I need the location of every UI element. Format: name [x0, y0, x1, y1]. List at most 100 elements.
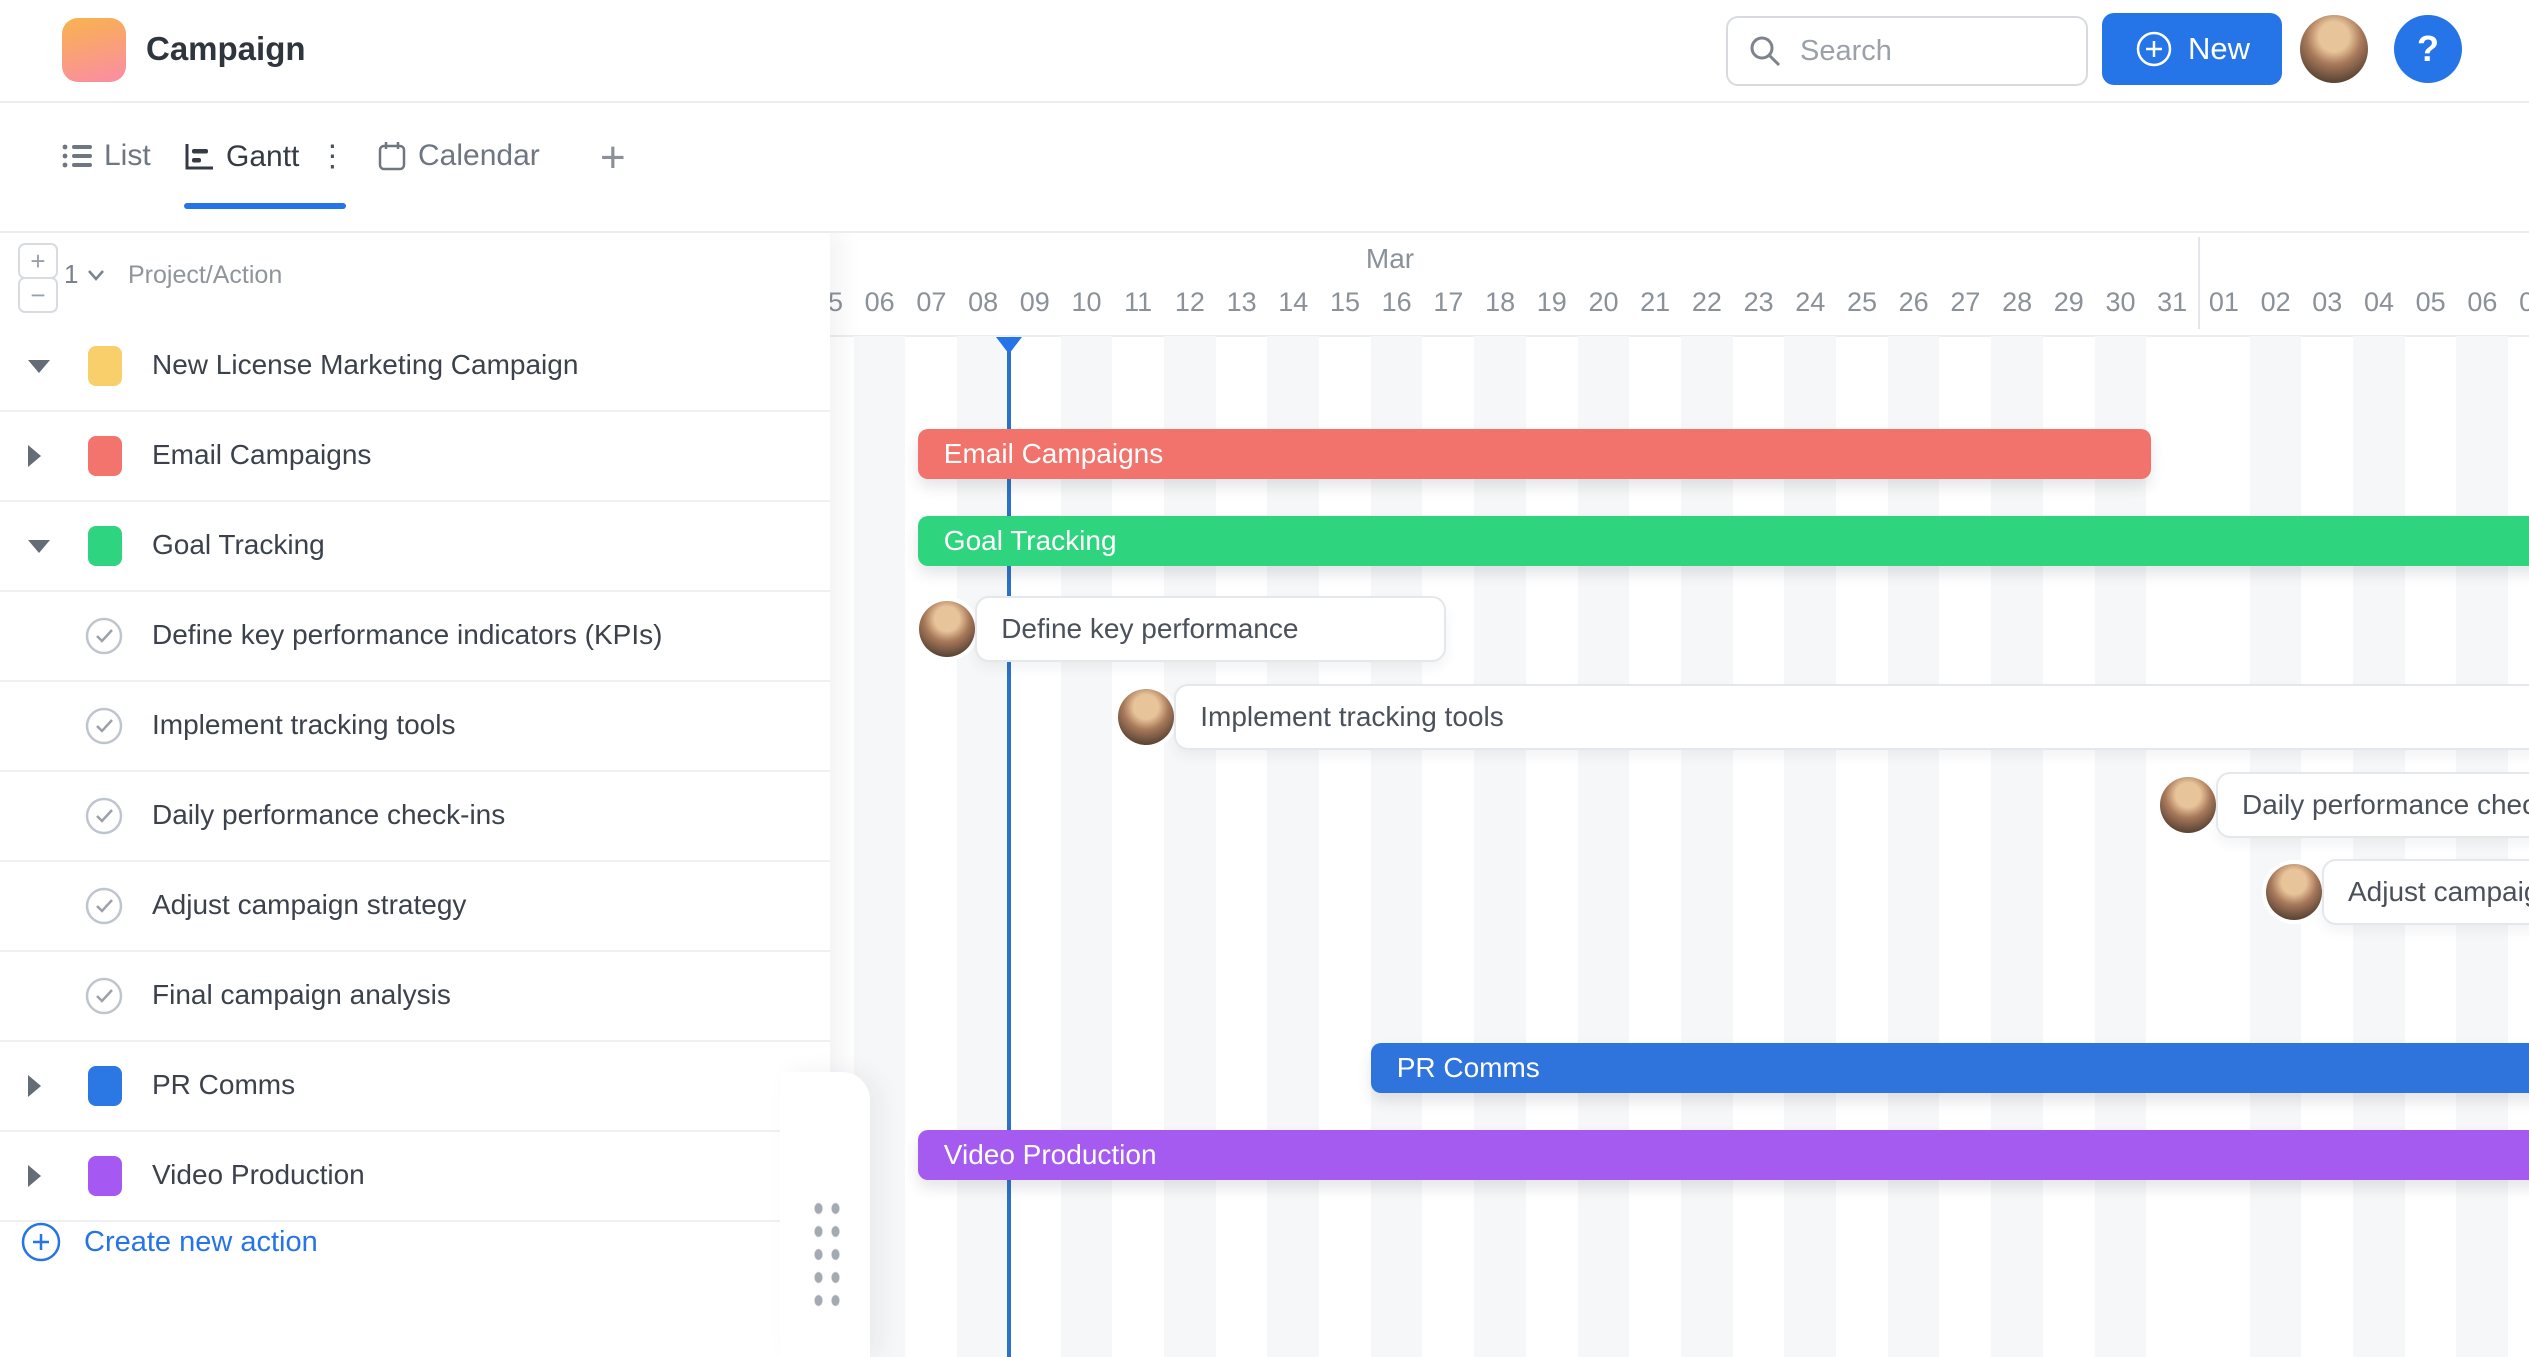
check-circle-icon[interactable] — [84, 886, 124, 926]
tab-gantt[interactable]: Gantt ⋮ — [184, 139, 347, 174]
help-button[interactable]: ? — [2394, 15, 2462, 83]
list-icon — [62, 143, 92, 169]
gantt-task-card[interactable]: Daily performance check-ins — [2216, 772, 2529, 838]
today-line — [1007, 349, 1011, 1357]
date-label: 24 — [1784, 287, 1836, 318]
caret-down-icon[interactable] — [28, 360, 50, 373]
campaign-app: Mar 050607080910111213141516171819202122… — [0, 0, 2529, 1357]
row-label: Video Production — [152, 1159, 365, 1191]
new-button[interactable]: New — [2102, 13, 2282, 85]
date-label: 28 — [1991, 287, 2043, 318]
gantt-task-card[interactable]: Define key performance — [975, 596, 1445, 662]
project-row[interactable]: Email Campaigns — [0, 412, 830, 502]
gantt-task-card[interactable]: Implement tracking tools — [1174, 684, 2529, 750]
tab-list[interactable]: List — [62, 139, 151, 173]
check-circle-icon[interactable] — [84, 796, 124, 836]
tab-options-kebab-icon[interactable]: ⋮ — [311, 139, 347, 174]
check-circle-icon[interactable] — [84, 616, 124, 656]
row-label: Final campaign analysis — [152, 979, 451, 1011]
date-label: 07 — [2508, 287, 2529, 318]
assignee-avatar[interactable] — [2160, 777, 2216, 833]
date-label: 21 — [1629, 287, 1681, 318]
plus-circle-icon — [2134, 29, 2174, 69]
date-label: 15 — [1319, 287, 1371, 318]
month-divider — [2198, 237, 2200, 329]
date-label: 20 — [1578, 287, 1630, 318]
weekday-stripe — [957, 336, 1009, 1357]
collapse-all-button[interactable]: − — [18, 277, 58, 313]
level-value: 1 — [64, 259, 78, 290]
gantt-bar[interactable]: Email Campaigns — [918, 429, 2152, 479]
date-label: 02 — [2250, 287, 2302, 318]
weekday-stripe — [2250, 336, 2302, 1357]
action-row[interactable]: Adjust campaign strategy — [0, 862, 830, 952]
project-row[interactable]: Goal Tracking — [0, 502, 830, 592]
gantt-bar[interactable]: PR Comms — [1371, 1043, 2529, 1093]
date-label: 26 — [1888, 287, 1940, 318]
date-label: 12 — [1164, 287, 1216, 318]
add-view-button[interactable]: + — [600, 133, 626, 183]
caret-down-icon[interactable] — [28, 540, 50, 553]
date-label: 16 — [1371, 287, 1423, 318]
date-label: 04 — [2353, 287, 2405, 318]
weekday-stripe — [2353, 336, 2405, 1357]
row-label: Email Campaigns — [152, 439, 371, 471]
action-row[interactable]: Implement tracking tools — [0, 682, 830, 772]
check-circle-icon[interactable] — [84, 976, 124, 1016]
check-circle-icon[interactable] — [84, 706, 124, 746]
panel-resize-handle[interactable] — [780, 1072, 870, 1357]
date-label: 09 — [1009, 287, 1061, 318]
date-label: 08 — [957, 287, 1009, 318]
date-label: 22 — [1681, 287, 1733, 318]
tab-list-label: List — [104, 139, 151, 173]
tab-gantt-label: Gantt — [226, 140, 299, 174]
project-row[interactable]: New License Marketing Campaign — [0, 322, 830, 412]
row-label: Implement tracking tools — [152, 709, 455, 741]
date-label: 25 — [1836, 287, 1888, 318]
caret-right-icon[interactable] — [28, 445, 41, 467]
user-avatar[interactable] — [2300, 15, 2368, 83]
date-label: 29 — [2043, 287, 2095, 318]
gantt-bar[interactable]: Goal Tracking — [918, 516, 2529, 566]
date-label: 27 — [1939, 287, 1991, 318]
project-color-swatch — [88, 346, 122, 386]
project-color-swatch — [88, 436, 122, 476]
drag-dots-icon — [810, 1197, 840, 1309]
caret-right-icon[interactable] — [28, 1165, 41, 1187]
month-label: Mar — [1350, 243, 1430, 275]
expand-all-button[interactable]: + — [18, 243, 58, 279]
weekday-stripe — [1371, 336, 1423, 1357]
assignee-avatar[interactable] — [2266, 864, 2322, 920]
row-label: PR Comms — [152, 1069, 295, 1101]
project-color-swatch — [88, 526, 122, 566]
date-label: 06 — [2456, 287, 2508, 318]
action-row[interactable]: Final campaign analysis — [0, 952, 830, 1042]
weekday-stripe — [1784, 336, 1836, 1357]
search-icon — [1748, 34, 1782, 68]
weekday-stripe — [1061, 336, 1113, 1357]
column-header: Project/Action — [128, 261, 282, 290]
tab-calendar[interactable]: Calendar — [378, 139, 540, 173]
date-label: 18 — [1474, 287, 1526, 318]
action-row[interactable]: Define key performance indicators (KPIs) — [0, 592, 830, 682]
search-box[interactable] — [1726, 16, 2088, 86]
caret-right-icon[interactable] — [28, 1075, 41, 1097]
action-row[interactable]: Daily performance check-ins — [0, 772, 830, 862]
search-input[interactable] — [1798, 34, 2052, 69]
date-label: 17 — [1422, 287, 1474, 318]
weekday-stripe — [1578, 336, 1630, 1357]
date-label: 06 — [854, 287, 906, 318]
create-new-action-button[interactable]: Create new action — [0, 1202, 830, 1282]
gantt-bar[interactable]: Video Production — [918, 1130, 2529, 1180]
page-title: Campaign — [146, 30, 306, 68]
weekday-stripe — [1474, 336, 1526, 1357]
project-row[interactable]: PR Comms — [0, 1042, 830, 1132]
today-marker-icon[interactable] — [996, 337, 1022, 354]
date-label: 19 — [1526, 287, 1578, 318]
assignee-avatar[interactable] — [1118, 689, 1174, 745]
gantt-task-card[interactable]: Adjust campaign strategy — [2322, 859, 2529, 925]
assignee-avatar[interactable] — [919, 601, 975, 657]
level-selector[interactable]: 1 — [64, 259, 106, 290]
date-label: 10 — [1061, 287, 1113, 318]
workspace-logo — [62, 18, 126, 82]
